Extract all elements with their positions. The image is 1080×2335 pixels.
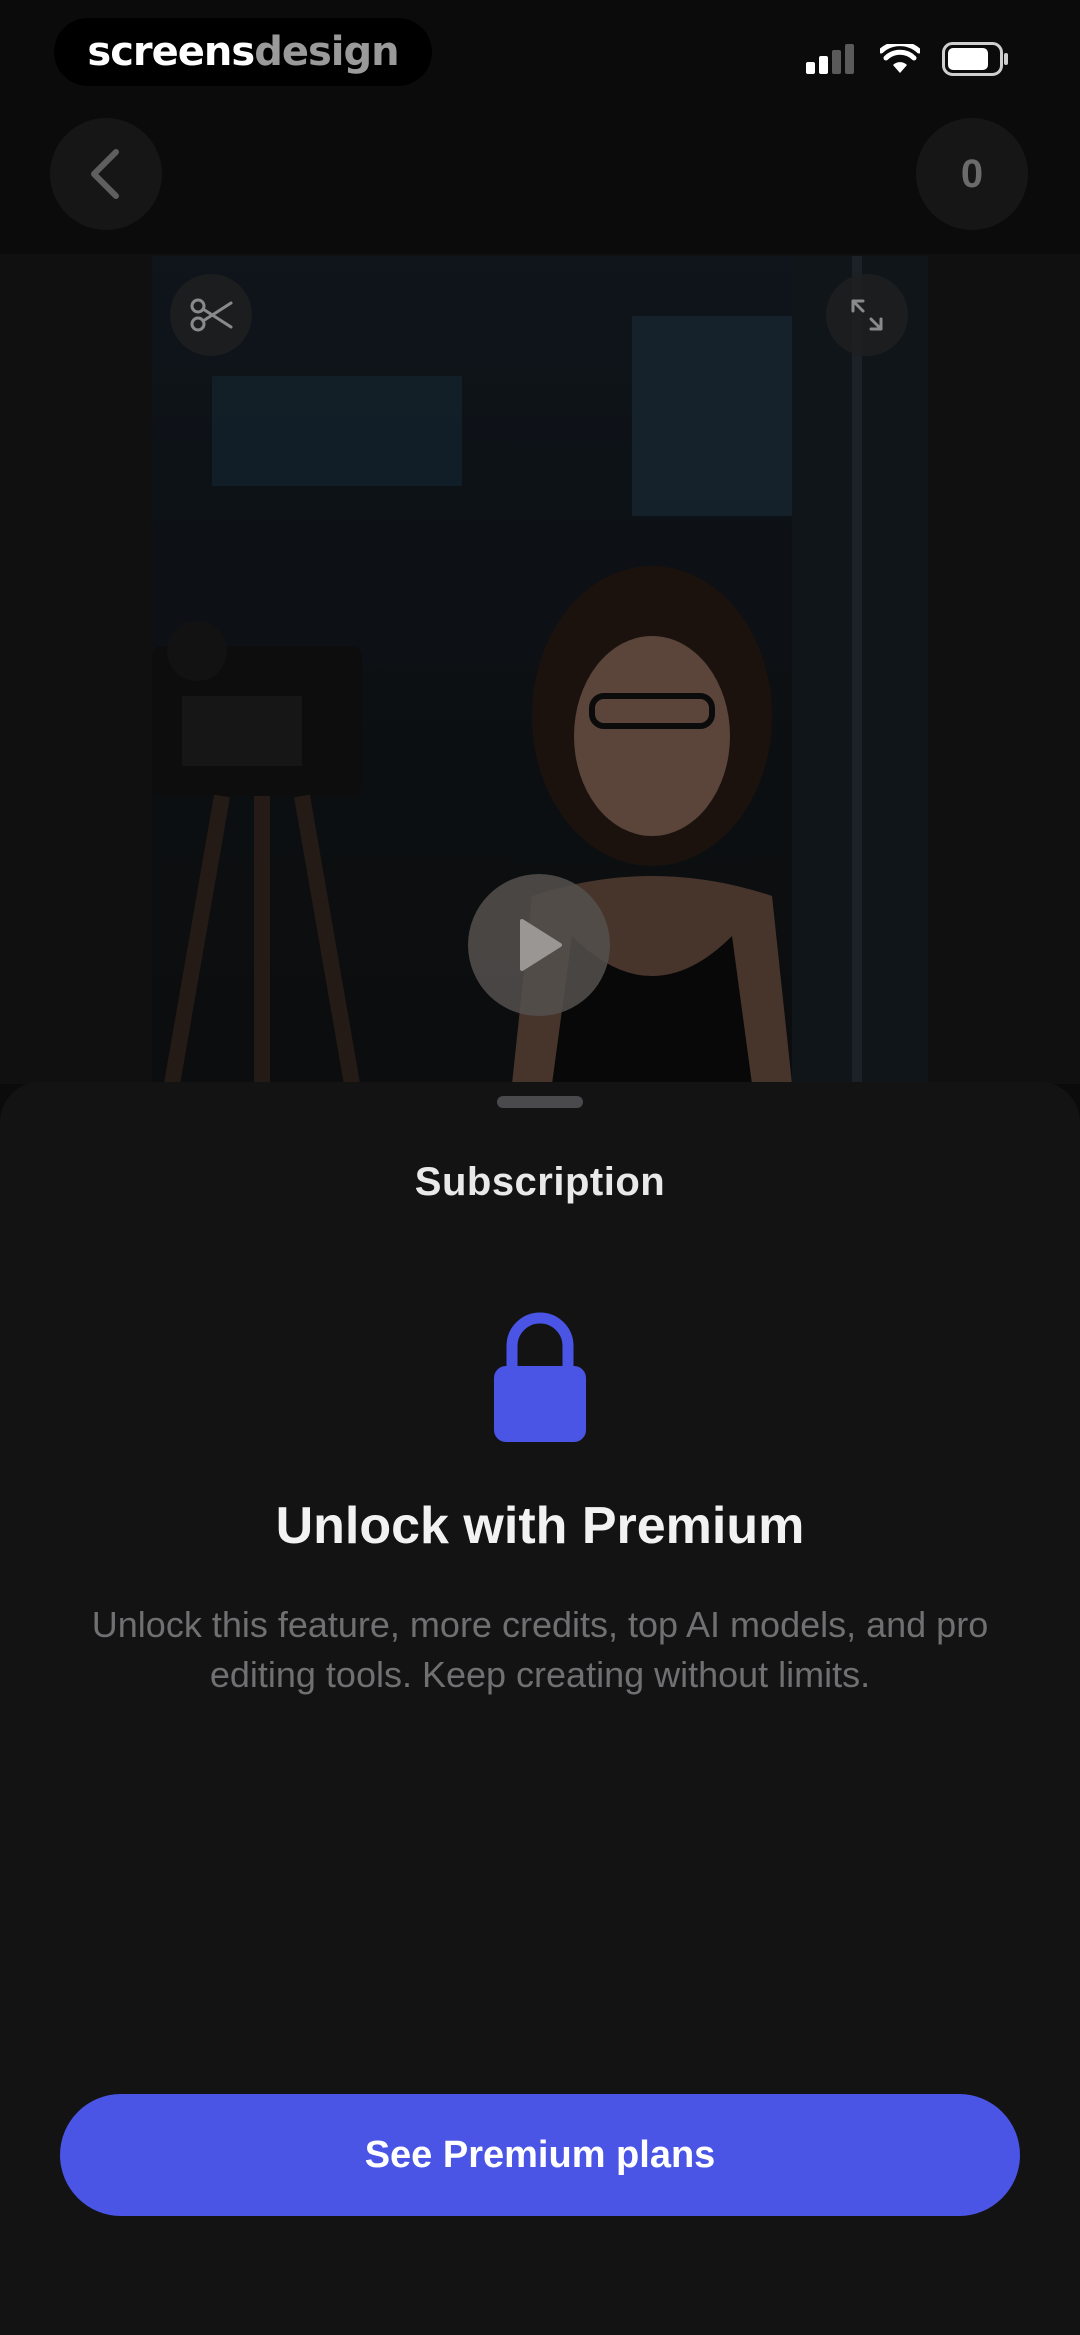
chevron-left-icon xyxy=(91,149,119,199)
scissors-icon xyxy=(190,298,233,332)
sheet-grabber[interactable] xyxy=(497,1096,583,1108)
see-premium-plans-button[interactable]: See Premium plans xyxy=(60,2094,1020,2216)
brand-text-primary: screens xyxy=(87,29,255,75)
credits-count: 0 xyxy=(960,151,984,196)
battery-icon xyxy=(942,42,1008,76)
fullscreen-button[interactable] xyxy=(826,274,908,356)
cellular-signal-icon xyxy=(806,44,854,74)
brand-logo: screens design xyxy=(54,18,432,86)
play-button[interactable] xyxy=(468,874,610,1016)
play-icon xyxy=(520,919,562,971)
expand-icon xyxy=(851,299,883,331)
sheet-title: Subscription xyxy=(414,1160,666,1204)
lock-icon xyxy=(494,1312,586,1442)
trim-button[interactable] xyxy=(170,274,252,356)
premium-headline: Unlock with Premium xyxy=(275,1497,805,1555)
premium-description: Unlock this feature, more credits, top A… xyxy=(91,1604,989,1695)
wifi-icon xyxy=(880,44,920,73)
status-icons xyxy=(806,42,1010,76)
brand-text-secondary: design xyxy=(254,29,399,75)
back-button[interactable] xyxy=(50,118,162,230)
credits-counter[interactable]: 0 xyxy=(916,118,1028,230)
